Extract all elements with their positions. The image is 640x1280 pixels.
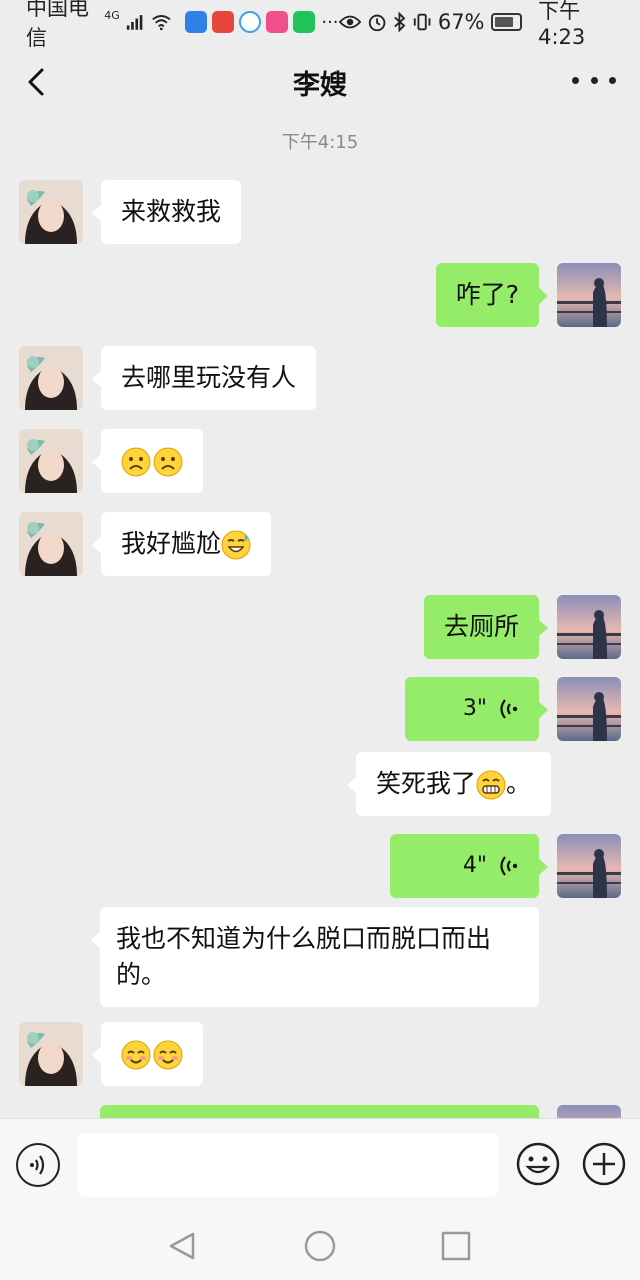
- my-avatar[interactable]: [557, 595, 621, 659]
- my-avatar[interactable]: [557, 677, 621, 741]
- voice-duration: 3": [462, 696, 487, 721]
- more-dots-icon: [609, 76, 616, 84]
- triangle-back-icon: [169, 1232, 195, 1260]
- contact-name-title: 李嫂: [293, 69, 347, 101]
- contact-avatar[interactable]: [19, 1022, 83, 1086]
- network-type: 4G: [104, 8, 120, 22]
- alarm-icon: [368, 14, 385, 32]
- app-notification-icon: [212, 11, 235, 33]
- message-timestamp: 下午4:15: [281, 132, 359, 153]
- message-text: 咋了?: [455, 280, 519, 309]
- message-text-suffix: 。: [506, 769, 532, 798]
- message-text: 去哪里玩没有人: [121, 363, 297, 392]
- chevron-left-icon: [28, 68, 44, 96]
- incoming-message-bubble[interactable]: [92, 429, 203, 493]
- battery-percent: 67%: [437, 10, 485, 34]
- incoming-message-bubble[interactable]: 我好尴尬: [91, 512, 272, 576]
- message-text: 去厕所: [443, 612, 519, 641]
- emoji-icon: [516, 1142, 560, 1186]
- outgoing-voice-message[interactable]: 3": [405, 677, 548, 741]
- contact-avatar[interactable]: [19, 346, 83, 410]
- frown-emoji-icon: [121, 447, 151, 477]
- notification-app-icons: [185, 11, 316, 33]
- outgoing-message-bubble[interactable]: 去厕所: [423, 595, 549, 659]
- my-avatar[interactable]: [557, 1105, 621, 1118]
- contact-avatar[interactable]: [19, 429, 83, 493]
- incoming-message-bubble[interactable]: [92, 1022, 203, 1086]
- my-avatar[interactable]: [557, 834, 621, 898]
- system-navigation-bar: [0, 1212, 640, 1280]
- app-notification-icon: [293, 11, 316, 33]
- chat-header: 李嫂: [0, 44, 640, 120]
- voice-mode-button[interactable]: [16, 1143, 60, 1187]
- outgoing-voice-message[interactable]: 4": [390, 834, 548, 898]
- blush-emoji-icon: [121, 1040, 151, 1070]
- my-avatar[interactable]: [557, 263, 621, 327]
- app-notification-icon: [185, 11, 208, 33]
- bluetooth-icon: [393, 11, 406, 33]
- grin-emoji-icon: [476, 770, 506, 800]
- incoming-message-bubble[interactable]: 来救救我: [91, 180, 242, 244]
- more-notifications-icon: ···: [321, 11, 339, 33]
- contact-avatar[interactable]: [19, 512, 83, 576]
- message-list[interactable]: 下午4:15 来救救我 咋了? 去哪里玩没有人 我好尴尬 去厕所 3" 笑死我了…: [0, 120, 640, 1118]
- clock: 下午4:23: [538, 0, 586, 49]
- status-right: 67% 下午4:23: [338, 0, 620, 49]
- app-notification-icon: [239, 11, 262, 33]
- vibrate-icon: [413, 13, 430, 31]
- status-bar: 中国电信 4G ··· 67% 下午4:23: [0, 0, 640, 50]
- wifi-icon: [151, 15, 171, 31]
- outgoing-message-bubble-partial[interactable]: [100, 1105, 539, 1118]
- system-recents-button[interactable]: [436, 1226, 476, 1266]
- more-dots-icon: [590, 76, 598, 84]
- voice-duration: 4": [462, 853, 487, 878]
- system-back-button[interactable]: [163, 1226, 203, 1266]
- plus-icon: [582, 1142, 626, 1186]
- message-text: 笑死我了: [376, 769, 477, 798]
- more-functions-button[interactable]: [581, 1141, 627, 1187]
- voice-wave-icon: [500, 856, 518, 876]
- sweat-smile-emoji-icon: [221, 530, 251, 560]
- app-notification-icon: [266, 11, 289, 33]
- incoming-message-bubble[interactable]: 去哪里玩没有人: [91, 346, 317, 410]
- message-text: 我也不知道为什么脱口而脱口而出的。: [116, 924, 492, 989]
- frown-emoji-icon: [153, 447, 183, 477]
- back-button[interactable]: [18, 62, 58, 102]
- incoming-message-bubble[interactable]: 我也不知道为什么脱口而脱口而出的。: [91, 907, 539, 1007]
- blush-emoji-icon: [153, 1040, 183, 1070]
- circle-home-icon: [304, 1230, 336, 1262]
- message-text: 我好尴尬: [121, 529, 222, 558]
- outgoing-message-bubble[interactable]: 咋了?: [435, 263, 549, 327]
- voice-mode-icon: [30, 1155, 45, 1175]
- battery-icon: [490, 13, 523, 31]
- more-dots-icon: [572, 76, 579, 84]
- system-home-button[interactable]: [300, 1226, 340, 1266]
- square-recents-icon: [441, 1231, 471, 1261]
- message-input[interactable]: [78, 1133, 498, 1197]
- signal-icon: [126, 15, 143, 30]
- eye-icon: [338, 15, 361, 29]
- contact-avatar[interactable]: [19, 180, 83, 244]
- message-text: 来救救我: [121, 197, 222, 226]
- incoming-message-bubble[interactable]: 笑死我了。: [346, 752, 552, 816]
- more-options-button[interactable]: [572, 60, 616, 100]
- emoji-button[interactable]: [515, 1141, 561, 1187]
- message-input-bar: [0, 1118, 640, 1212]
- voice-wave-icon: [500, 699, 518, 719]
